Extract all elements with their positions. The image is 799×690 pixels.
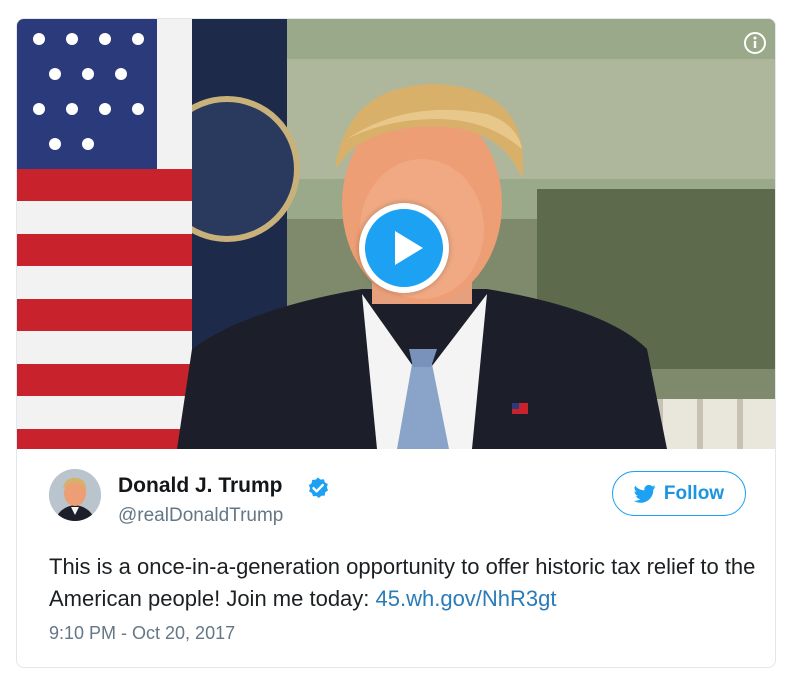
avatar[interactable] (49, 469, 101, 521)
info-icon (744, 32, 766, 54)
tweet-text: This is a once-in-a-generation opportuni… (49, 551, 759, 615)
info-button[interactable] (743, 31, 767, 55)
avatar-image (49, 469, 101, 521)
play-icon (395, 231, 423, 265)
follow-button-label: Follow (663, 482, 725, 504)
twitter-bird-icon (633, 484, 656, 503)
follow-button[interactable]: Follow (612, 471, 746, 516)
play-button-circle (365, 209, 443, 287)
tweet-timestamp[interactable]: 9:10 PM - Oct 20, 2017 (49, 623, 235, 644)
video-thumbnail[interactable] (17, 19, 775, 449)
tweet-card: Donald J. Trump @realDonaldTrump Follow … (16, 18, 776, 668)
author-handle[interactable]: @realDonaldTrump (118, 505, 283, 527)
tweet-link[interactable]: 45.wh.gov/NhR3gt (376, 586, 557, 611)
play-button[interactable] (359, 203, 449, 293)
verified-badge-icon (308, 477, 328, 498)
author-display-name[interactable]: Donald J. Trump (118, 474, 283, 498)
